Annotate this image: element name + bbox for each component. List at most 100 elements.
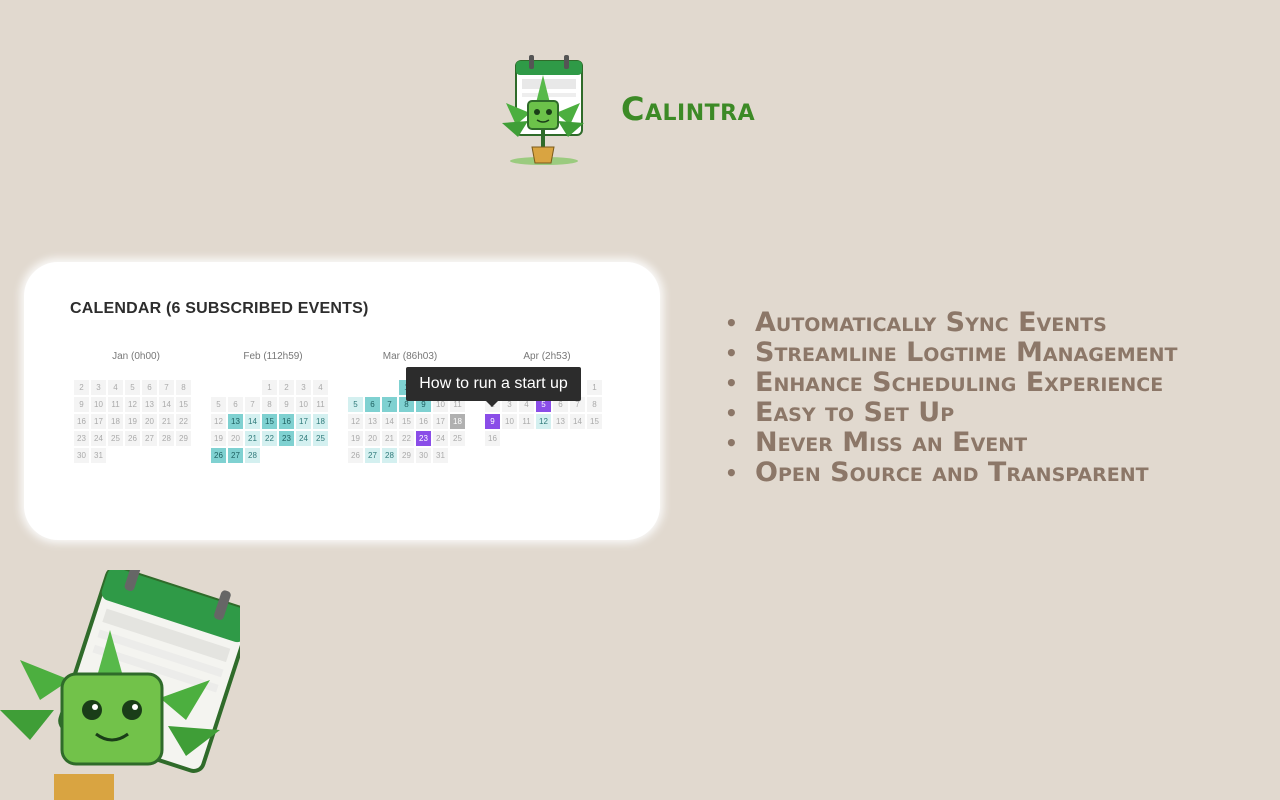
day-cell[interactable]: 19 <box>348 431 363 446</box>
empty-cell <box>211 380 226 395</box>
day-cell[interactable]: 11 <box>313 397 328 412</box>
event-tooltip: How to run a start up <box>406 367 581 407</box>
day-cell[interactable]: 7 <box>382 397 397 412</box>
day-cell[interactable]: 12 <box>536 414 551 429</box>
day-cell[interactable]: 7 <box>159 380 174 395</box>
day-cell[interactable]: 8 <box>587 397 602 412</box>
day-cell[interactable]: 21 <box>382 431 397 446</box>
day-cell[interactable]: 10 <box>296 397 311 412</box>
day-cell[interactable]: 14 <box>570 414 585 429</box>
day-cell[interactable]: 5 <box>125 380 140 395</box>
day-cell[interactable]: 18 <box>450 414 465 429</box>
day-cell[interactable]: 9 <box>485 414 500 429</box>
day-cell[interactable]: 14 <box>245 414 260 429</box>
day-cell[interactable]: 26 <box>211 448 226 463</box>
day-cell[interactable]: 24 <box>433 431 448 446</box>
day-cell[interactable]: 26 <box>125 431 140 446</box>
day-cell[interactable]: 23 <box>416 431 431 446</box>
day-cell[interactable]: 3 <box>296 380 311 395</box>
feature-item: Never Miss an Event <box>725 428 1178 459</box>
day-cell[interactable]: 10 <box>502 414 517 429</box>
day-cell[interactable]: 8 <box>176 380 191 395</box>
day-cell[interactable]: 18 <box>313 414 328 429</box>
day-cell[interactable]: 5 <box>211 397 226 412</box>
day-cell[interactable]: 22 <box>262 431 277 446</box>
day-cell[interactable]: 1 <box>262 380 277 395</box>
day-cell[interactable]: 7 <box>245 397 260 412</box>
day-cell[interactable]: 19 <box>125 414 140 429</box>
day-cell[interactable]: 6 <box>228 397 243 412</box>
day-cell[interactable]: 16 <box>485 431 500 446</box>
day-cell[interactable]: 4 <box>108 380 123 395</box>
day-cell[interactable]: 22 <box>176 414 191 429</box>
day-cell[interactable]: 13 <box>553 414 568 429</box>
day-cell[interactable]: 12 <box>125 397 140 412</box>
day-cell[interactable]: 12 <box>211 414 226 429</box>
day-cell[interactable]: 26 <box>348 448 363 463</box>
day-cell[interactable]: 11 <box>108 397 123 412</box>
day-cell[interactable]: 13 <box>142 397 157 412</box>
day-cell[interactable]: 4 <box>313 380 328 395</box>
day-cell[interactable]: 20 <box>142 414 157 429</box>
day-cell[interactable]: 6 <box>365 397 380 412</box>
day-cell[interactable]: 19 <box>211 431 226 446</box>
day-cell[interactable]: 11 <box>519 414 534 429</box>
day-cell[interactable]: 14 <box>159 397 174 412</box>
day-cell[interactable]: 5 <box>348 397 363 412</box>
day-cell[interactable]: 24 <box>91 431 106 446</box>
day-cell[interactable]: 9 <box>279 397 294 412</box>
day-cell[interactable]: 22 <box>399 431 414 446</box>
calendar-title: CALENDAR (6 SUBSCRIBED EVENTS) <box>70 300 369 317</box>
day-cell[interactable]: 1 <box>587 380 602 395</box>
day-cell[interactable]: 25 <box>108 431 123 446</box>
day-cell[interactable]: 21 <box>245 431 260 446</box>
month-jan: Jan (0h00) 2 3 4 5 6 7 8 9 10 11 12 13 14 15 16 17 18 19 2… <box>74 351 198 463</box>
day-cell[interactable]: 2 <box>74 380 89 395</box>
day-cell[interactable]: 29 <box>176 431 191 446</box>
day-cell[interactable]: 16 <box>416 414 431 429</box>
day-cell[interactable]: 28 <box>245 448 260 463</box>
day-cell[interactable]: 29 <box>399 448 414 463</box>
empty-cell <box>228 380 243 395</box>
day-cell[interactable]: 15 <box>176 397 191 412</box>
day-cell[interactable]: 3 <box>91 380 106 395</box>
day-cell[interactable]: 30 <box>74 448 89 463</box>
feature-list: Automatically Sync Events Streamline Log… <box>725 308 1178 489</box>
day-cell[interactable]: 17 <box>296 414 311 429</box>
day-cell[interactable]: 25 <box>313 431 328 446</box>
day-cell[interactable]: 31 <box>433 448 448 463</box>
day-cell[interactable]: 18 <box>108 414 123 429</box>
day-cell[interactable]: 16 <box>74 414 89 429</box>
day-cell[interactable]: 15 <box>587 414 602 429</box>
day-cell[interactable]: 2 <box>279 380 294 395</box>
month-feb: Feb (112h59) 1 2 3 4 5 6 7 8 9 10 11 12 13 14 15 16 17 18… <box>211 351 335 463</box>
day-cell[interactable]: 6 <box>142 380 157 395</box>
day-cell[interactable]: 27 <box>228 448 243 463</box>
day-cell[interactable]: 27 <box>365 448 380 463</box>
day-cell[interactable]: 23 <box>74 431 89 446</box>
day-cell[interactable]: 23 <box>279 431 294 446</box>
day-cell[interactable]: 17 <box>91 414 106 429</box>
day-cell[interactable]: 20 <box>228 431 243 446</box>
day-cell[interactable]: 12 <box>348 414 363 429</box>
day-cell[interactable]: 31 <box>91 448 106 463</box>
day-cell[interactable]: 24 <box>296 431 311 446</box>
day-cell[interactable]: 16 <box>279 414 294 429</box>
calendar-plant-logo-icon <box>502 55 584 165</box>
day-cell[interactable]: 14 <box>382 414 397 429</box>
day-cell[interactable]: 15 <box>399 414 414 429</box>
day-cell[interactable]: 10 <box>91 397 106 412</box>
day-cell[interactable]: 9 <box>74 397 89 412</box>
day-cell[interactable]: 28 <box>382 448 397 463</box>
day-cell[interactable]: 28 <box>159 431 174 446</box>
day-cell[interactable]: 8 <box>262 397 277 412</box>
day-cell[interactable]: 15 <box>262 414 277 429</box>
day-cell[interactable]: 13 <box>365 414 380 429</box>
day-cell[interactable]: 27 <box>142 431 157 446</box>
day-cell[interactable]: 17 <box>433 414 448 429</box>
day-cell[interactable]: 20 <box>365 431 380 446</box>
day-cell[interactable]: 30 <box>416 448 431 463</box>
day-cell[interactable]: 13 <box>228 414 243 429</box>
day-cell[interactable]: 21 <box>159 414 174 429</box>
day-cell[interactable]: 25 <box>450 431 465 446</box>
